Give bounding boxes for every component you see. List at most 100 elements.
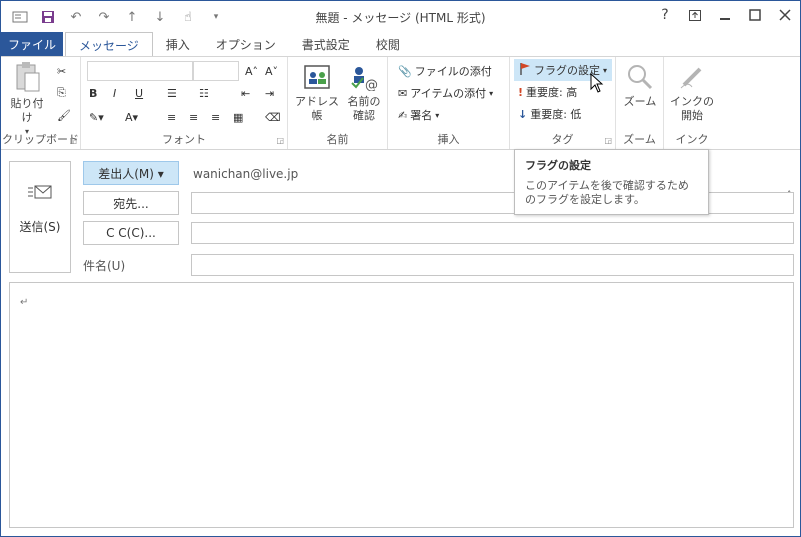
cc-field[interactable] — [191, 222, 794, 244]
zoom-group: ズーム ズーム — [616, 57, 664, 149]
ink-group-label: インク — [675, 133, 709, 146]
font-launcher-icon[interactable]: ◲ — [276, 136, 284, 145]
check-names-label-line1: 名前の — [347, 95, 381, 108]
font-size-select[interactable] — [193, 61, 239, 81]
tab-review[interactable]: 校閲 — [363, 32, 413, 56]
attach-file-label: ファイルの添付 — [414, 65, 492, 78]
attach-file-button[interactable]: 📎 ファイルの添付 — [398, 61, 492, 81]
ink-group: インクの 開始 インク — [664, 57, 720, 149]
paperclip-icon: 📎 — [398, 64, 412, 78]
tags-group: フラグの設定 ▾ ! 重要度: 高 ↓ 重要度: 低 タグ ◲ — [510, 57, 616, 149]
start-inking-label-line2: 開始 — [681, 109, 703, 122]
help-icon[interactable]: ? — [650, 1, 680, 29]
exclamation-icon: ! — [518, 85, 524, 99]
tags-launcher-icon[interactable]: ◲ — [604, 136, 612, 145]
check-names-label-line2: 確認 — [353, 109, 375, 122]
cut-icon[interactable]: ✂ — [57, 61, 66, 81]
signature-button[interactable]: ✍ 署名 ▾ — [398, 105, 439, 125]
down-arrow-icon: ↓ — [518, 107, 528, 121]
window-controls: ? — [650, 1, 800, 29]
cc-button[interactable]: C C(C)... — [83, 221, 179, 245]
names-group-label: 名前 — [326, 133, 349, 146]
tab-insert[interactable]: 挿入 — [153, 32, 203, 56]
bullets-icon[interactable]: ☰ — [167, 83, 177, 103]
align-left-icon[interactable]: ≡ — [167, 107, 176, 127]
chevron-down-icon: ▾ — [489, 88, 494, 98]
svg-text:@: @ — [365, 78, 378, 91]
send-label: 送信(S) — [19, 220, 61, 234]
follow-up-tooltip: フラグの設定 このアイテムを後で確認するためのフラグを設定します。 — [514, 149, 709, 215]
subject-field[interactable] — [191, 254, 794, 276]
clipboard-group-label: クリップボード — [2, 133, 79, 146]
justify-icon[interactable]: ▦ — [233, 107, 243, 127]
message-body[interactable]: ↵ — [9, 282, 794, 528]
clipboard-launcher-icon[interactable]: ◲ — [69, 136, 77, 145]
bold-icon[interactable]: B — [89, 83, 97, 103]
start-inking-label-line1: インクの — [670, 95, 714, 108]
from-address: wanichan@live.jp — [193, 167, 299, 181]
mouse-cursor-icon — [590, 72, 604, 96]
format-painter-icon[interactable]: 🖌 — [57, 105, 71, 125]
names-group: アドレス帳 @ 名前の 確認 名前 — [288, 57, 388, 149]
highlight-icon[interactable]: ✎▾ — [89, 107, 104, 127]
maximize-icon[interactable] — [740, 1, 770, 29]
underline-icon[interactable]: U — [135, 83, 143, 103]
shrink-font-icon[interactable]: A˅ — [265, 61, 278, 81]
close-icon[interactable] — [770, 1, 800, 29]
clipboard-group: 貼り付け ▾ ✂ ⎘ 🖌 クリップボード ◲ — [1, 57, 81, 149]
high-importance-button[interactable]: ! 重要度: 高 — [518, 82, 577, 102]
paste-icon — [7, 61, 47, 97]
signature-label: 署名 — [410, 109, 433, 122]
low-importance-button[interactable]: ↓ 重要度: 低 — [518, 104, 581, 124]
ribbon-tabs: ファイル メッセージ 挿入 オプション 書式設定 校閲 — [1, 32, 800, 57]
zoom-button[interactable]: ズーム — [620, 63, 660, 109]
magnifier-icon — [620, 63, 660, 95]
signature-icon: ✍ — [398, 108, 408, 122]
ribbon-display-icon[interactable] — [680, 1, 710, 29]
attach-item-button[interactable]: ✉ アイテムの添付 ▾ — [398, 83, 493, 103]
tooltip-body: このアイテムを後で確認するためのフラグを設定します。 — [525, 179, 689, 206]
increase-indent-icon[interactable]: ⇥ — [265, 83, 274, 103]
from-button[interactable]: 差出人(M) ▾ — [83, 161, 179, 185]
copy-icon[interactable]: ⎘ — [57, 83, 66, 103]
tooltip-title: フラグの設定 — [525, 159, 591, 172]
grow-font-icon[interactable]: A˄ — [245, 61, 258, 81]
flag-icon — [519, 62, 531, 79]
address-book-icon — [292, 63, 342, 95]
attach-item-label: アイテムの添付 — [410, 87, 487, 100]
tab-message[interactable]: メッセージ — [65, 32, 153, 57]
attach-item-icon: ✉ — [398, 86, 408, 100]
paste-button[interactable]: 貼り付け ▾ — [7, 61, 47, 139]
to-button[interactable]: 宛先... — [83, 191, 179, 215]
send-button[interactable]: 送信(S) — [9, 161, 71, 273]
paste-label: 貼り付け — [10, 97, 44, 124]
font-name-select[interactable] — [87, 61, 193, 81]
ribbon: 貼り付け ▾ ✂ ⎘ 🖌 クリップボード ◲ A˄ A˅ B I U ☰ ☷ ⇤… — [1, 56, 800, 202]
tab-options[interactable]: オプション — [203, 32, 289, 56]
align-center-icon[interactable]: ≡ — [189, 107, 198, 127]
low-importance-label: 重要度: 低 — [530, 108, 582, 121]
font-color-icon[interactable]: A▾ — [125, 107, 138, 127]
clear-formatting-icon[interactable]: ⌫ — [265, 107, 281, 127]
pen-icon — [670, 63, 714, 95]
align-right-icon[interactable]: ≡ — [211, 107, 220, 127]
insert-group-label: 挿入 — [437, 133, 460, 146]
outlook-message-window: ↶ ↷ ↑ ↓ ☝ ▾ 無題 - メッセージ (HTML 形式) ? ファイル — [0, 0, 801, 537]
italic-icon[interactable]: I — [113, 83, 116, 103]
title-bar: ↶ ↷ ↑ ↓ ☝ ▾ 無題 - メッセージ (HTML 形式) ? — [1, 1, 800, 32]
start-inking-button[interactable]: インクの 開始 — [670, 63, 714, 123]
numbering-icon[interactable]: ☷ — [199, 83, 209, 103]
paragraph-mark: ↵ — [20, 297, 29, 308]
minimize-icon[interactable] — [710, 1, 740, 29]
decrease-indent-icon[interactable]: ⇤ — [241, 83, 250, 103]
check-names-button[interactable]: @ 名前の 確認 — [344, 63, 384, 123]
tab-file[interactable]: ファイル — [1, 32, 63, 56]
check-names-icon: @ — [344, 63, 384, 95]
zoom-group-label: ズーム — [623, 133, 656, 146]
high-importance-label: 重要度: 高 — [526, 86, 578, 99]
zoom-button-label: ズーム — [623, 95, 657, 108]
font-group: A˄ A˅ B I U ☰ ☷ ⇤ ⇥ ✎▾ A▾ ≡ ≡ ≡ ▦ ⌫ フォント… — [81, 57, 288, 149]
font-group-label: フォント — [162, 133, 206, 146]
address-book-button[interactable]: アドレス帳 — [292, 63, 342, 123]
tab-format-text[interactable]: 書式設定 — [289, 32, 363, 56]
